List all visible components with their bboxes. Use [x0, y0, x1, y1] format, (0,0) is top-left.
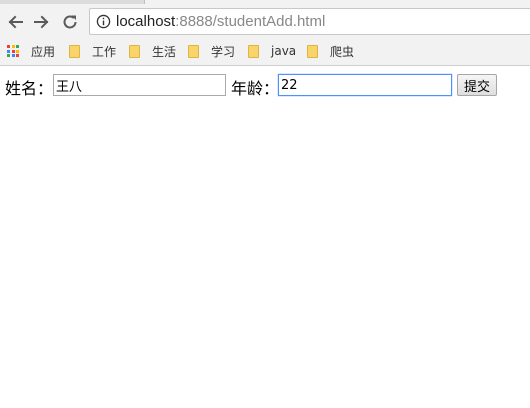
reload-button[interactable]	[59, 11, 81, 33]
bookmark-folder-life[interactable]: 生活	[129, 42, 176, 60]
bookmark-folder-java[interactable]: java	[248, 42, 296, 60]
arrow-left-icon	[8, 15, 23, 29]
browser-chrome: localhost:8888/studentAdd.html 应用 工作 生活 …	[0, 0, 530, 66]
folder-icon	[129, 44, 140, 58]
bookmark-folder-crawler[interactable]: 爬虫	[307, 42, 354, 60]
bookmark-apps-label: 应用	[31, 44, 56, 59]
age-label: 年龄：	[231, 79, 280, 98]
name-input[interactable]	[53, 74, 226, 96]
folder-icon	[188, 44, 199, 58]
forward-button[interactable]	[31, 11, 53, 33]
address-bar[interactable]: localhost:8888/studentAdd.html	[89, 8, 530, 35]
bookmark-label: java	[271, 44, 297, 58]
arrow-right-icon	[34, 15, 49, 29]
url-text[interactable]: localhost:8888/studentAdd.html	[116, 13, 325, 30]
bookmark-folder-work[interactable]: 工作	[69, 42, 116, 60]
bookmark-label: 爬虫	[330, 44, 355, 59]
url-host: localhost	[116, 13, 176, 30]
name-label: 姓名：	[5, 79, 54, 98]
apps-grid-icon	[7, 45, 19, 57]
bookmark-apps[interactable]: 应用	[7, 42, 55, 60]
folder-icon	[248, 44, 259, 58]
back-button[interactable]	[4, 11, 26, 33]
reload-icon	[63, 15, 77, 29]
age-input[interactable]	[278, 74, 452, 96]
folder-icon	[307, 44, 318, 58]
bookmark-folder-study[interactable]: 学习	[188, 42, 235, 60]
active-tab-edge[interactable]	[144, 0, 530, 4]
bookmark-label: 学习	[211, 44, 236, 59]
bookmarks-bar: 应用 工作 生活 学习 java 爬虫	[0, 39, 530, 63]
page-content: 姓名： 年龄： 提交	[0, 66, 530, 408]
info-icon[interactable]	[96, 14, 111, 29]
bookmark-label: 生活	[152, 44, 177, 59]
submit-button[interactable]: 提交	[457, 74, 498, 96]
bookmark-label: 工作	[92, 44, 117, 59]
url-path: :8888/studentAdd.html	[175, 13, 326, 30]
folder-icon	[69, 44, 80, 58]
